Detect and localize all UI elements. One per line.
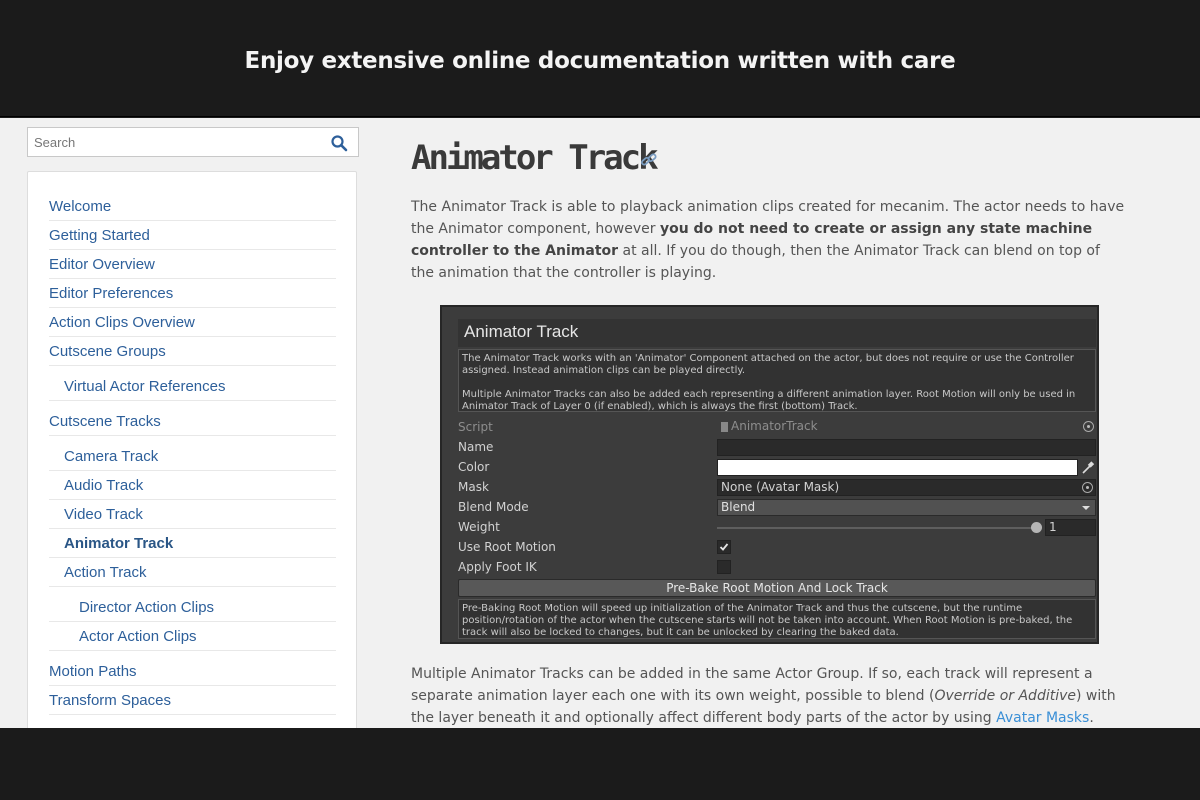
- inspector-header: Animator Track: [458, 319, 1096, 347]
- intro-paragraph: The Animator Track is able to playback a…: [411, 196, 1127, 284]
- blend-mode-value: Blend: [721, 500, 756, 514]
- script-file-icon: [721, 422, 728, 432]
- weight-label: Weight: [458, 520, 500, 534]
- mask-label: Mask: [458, 480, 489, 494]
- eyedropper-icon[interactable]: [1080, 459, 1096, 476]
- sidebar-item-editor-overview[interactable]: Editor Overview: [49, 250, 336, 279]
- sidebar-item-virtual-actor-references[interactable]: Virtual Actor References: [49, 372, 336, 401]
- animator-track-inspector-screenshot: Animator Track The Animator Track works …: [440, 305, 1099, 644]
- apply-foot-ik-label: Apply Foot IK: [458, 560, 537, 574]
- sidebar-item-animator-track[interactable]: Animator Track: [49, 529, 336, 558]
- banner-title: Enjoy extensive online documentation wri…: [244, 48, 956, 74]
- inspector-help-top: The Animator Track works with an 'Animat…: [458, 349, 1096, 412]
- bottom-bar: [0, 728, 1200, 800]
- use-root-motion-label: Use Root Motion: [458, 540, 556, 554]
- color-label: Color: [458, 460, 490, 474]
- sidebar-item-motion-paths[interactable]: Motion Paths: [49, 657, 336, 686]
- sidebar-item-camera-track[interactable]: Camera Track: [49, 442, 336, 471]
- sidebar-item-cutscene-groups[interactable]: Cutscene Groups: [49, 337, 336, 366]
- color-swatch[interactable]: [717, 459, 1078, 476]
- mask-field[interactable]: None (Avatar Mask): [717, 479, 1096, 496]
- sidebar-item-getting-started[interactable]: Getting Started: [49, 221, 336, 250]
- name-field[interactable]: [717, 439, 1096, 456]
- blend-mode-label: Blend Mode: [458, 500, 529, 514]
- search-box: [27, 127, 359, 157]
- avatar-masks-link[interactable]: Avatar Masks: [996, 710, 1089, 726]
- object-picker-icon: [1083, 421, 1094, 432]
- page-body: Welcome Getting Started Editor Overview …: [0, 118, 1200, 728]
- blend-mode-dropdown[interactable]: Blend: [717, 499, 1096, 516]
- sidebar-item-director-action-clips[interactable]: Director Action Clips: [49, 593, 336, 622]
- weight-slider-handle[interactable]: [1031, 522, 1042, 533]
- sidebar-item-actor-action-clips[interactable]: Actor Action Clips: [49, 622, 336, 651]
- layers-text-c: .: [1089, 710, 1094, 726]
- pre-bake-root-motion-button[interactable]: Pre-Bake Root Motion And Lock Track: [458, 579, 1096, 597]
- layers-italic-text: Override or Additive: [934, 688, 1076, 704]
- banner: Enjoy extensive online documentation wri…: [0, 0, 1200, 117]
- search-input[interactable]: [28, 128, 318, 156]
- sidebar-item-video-track[interactable]: Video Track: [49, 500, 336, 529]
- inspector-help-bottom: Pre-Baking Root Motion will speed up ini…: [458, 599, 1096, 639]
- mask-value: None (Avatar Mask): [721, 480, 840, 494]
- mask-picker-icon[interactable]: [1082, 482, 1093, 493]
- sidebar-item-action-track[interactable]: Action Track: [49, 558, 336, 587]
- page-title: Animator Track: [411, 138, 659, 178]
- nav-list: Welcome Getting Started Editor Overview …: [49, 192, 336, 715]
- layers-paragraph: Multiple Animator Tracks can be added in…: [411, 663, 1127, 728]
- sidebar-nav: Welcome Getting Started Editor Overview …: [27, 171, 357, 728]
- link-anchor-icon[interactable]: [640, 151, 658, 169]
- script-field: AnimatorTrack: [717, 419, 1096, 436]
- sidebar-item-welcome[interactable]: Welcome: [49, 192, 336, 221]
- sidebar-item-transform-spaces[interactable]: Transform Spaces: [49, 686, 336, 715]
- inspector-title: Animator Track: [464, 322, 579, 341]
- checkmark-icon: [719, 543, 729, 551]
- sidebar-item-editor-preferences[interactable]: Editor Preferences: [49, 279, 336, 308]
- sidebar-item-audio-track[interactable]: Audio Track: [49, 471, 336, 500]
- name-label: Name: [458, 440, 494, 454]
- weight-value-field[interactable]: 1: [1045, 519, 1096, 536]
- apply-foot-ik-checkbox[interactable]: [717, 560, 731, 574]
- script-value: AnimatorTrack: [731, 419, 818, 433]
- search-icon[interactable]: [330, 134, 348, 152]
- script-label: Script: [458, 420, 493, 434]
- chevron-down-icon: [1082, 506, 1090, 510]
- sidebar-item-cutscene-tracks[interactable]: Cutscene Tracks: [49, 407, 336, 436]
- help-top-line-2: Multiple Animator Tracks can also be add…: [462, 389, 1076, 412]
- use-root-motion-checkbox[interactable]: [717, 540, 731, 554]
- weight-slider-track[interactable]: [717, 527, 1037, 529]
- help-top-line-1: The Animator Track works with an 'Animat…: [462, 353, 1074, 376]
- sidebar-item-action-clips-overview[interactable]: Action Clips Overview: [49, 308, 336, 337]
